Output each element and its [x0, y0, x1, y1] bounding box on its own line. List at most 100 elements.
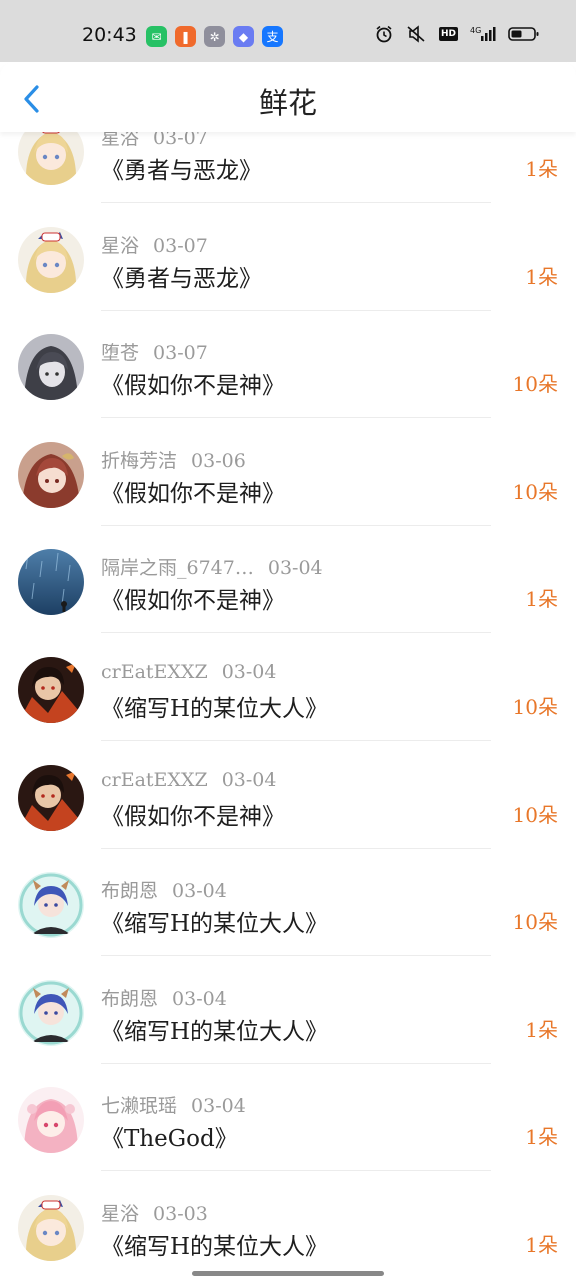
avatar[interactable] [18, 334, 84, 400]
username: crEatEXXZ [101, 661, 208, 683]
avatar[interactable] [18, 442, 84, 508]
page-header: 鲜花 [0, 62, 576, 132]
flower-count: 1朵 [525, 1233, 558, 1257]
divider [101, 955, 491, 956]
list-item[interactable]: 布朗恩 03-04 《缩写H的某位大人》 10朵 [0, 852, 576, 959]
status-indicators: HD 4G [375, 25, 540, 43]
flower-count: 1朵 [525, 1018, 558, 1042]
username: 星浴 [101, 1203, 140, 1225]
date: 03-07 [153, 342, 208, 364]
flower-count: 10朵 [512, 910, 558, 934]
date: 03-04 [172, 880, 227, 902]
flower-count: 10朵 [512, 480, 558, 504]
flower-count: 1朵 [525, 587, 558, 611]
status-time: 20:43 [82, 24, 137, 46]
signal-icon: 4G [470, 25, 496, 43]
page-title: 鲜花 [258, 86, 317, 120]
username: 星浴 [101, 235, 140, 257]
user-meta: crEatEXXZ 03-04 [101, 769, 276, 791]
divider [101, 848, 491, 849]
divider [101, 1063, 491, 1064]
avatar[interactable] [18, 980, 84, 1046]
user-meta: 布朗恩 03-04 [101, 984, 227, 1011]
user-meta: 隔岸之雨_6747… 03-04 [101, 553, 323, 580]
svg-text:4G: 4G [470, 26, 481, 35]
list-item[interactable]: 堕苍 03-07 《假如你不是神》 10朵 [0, 314, 576, 421]
user-meta: crEatEXXZ 03-04 [101, 661, 276, 683]
flower-count: 10朵 [512, 372, 558, 396]
date: 03-03 [153, 1203, 208, 1225]
avatar[interactable] [18, 1087, 84, 1153]
book-title[interactable]: 《假如你不是神》 [101, 581, 285, 615]
list-item[interactable]: 隔岸之雨_6747… 03-04 《假如你不是神》 1朵 [0, 529, 576, 636]
book-title[interactable]: 《勇者与恶龙》 [101, 259, 262, 293]
date: 03-07 [153, 235, 208, 257]
avatar[interactable] [18, 657, 84, 723]
user-meta: 折梅芳洁 03-06 [101, 446, 246, 473]
hd-badge: HD [438, 27, 458, 41]
wechat-icon: ✉ [146, 26, 167, 47]
divider [101, 417, 491, 418]
avatar[interactable] [18, 765, 84, 831]
list-item[interactable]: 七濑珉瑶 03-04 《TheGod》 1朵 [0, 1067, 576, 1174]
home-indicator[interactable] [192, 1271, 384, 1276]
avatar[interactable] [18, 549, 84, 615]
user-meta: 堕苍 03-07 [101, 338, 208, 365]
divider [101, 202, 491, 203]
username: 隔岸之雨_6747… [101, 557, 254, 579]
user-meta: 七濑珉瑶 03-04 [101, 1091, 246, 1118]
date: 03-04 [221, 769, 277, 791]
date: 03-04 [267, 557, 323, 579]
list-item[interactable]: crEatEXXZ 03-04 《假如你不是神》 10朵 [0, 745, 576, 852]
user-meta: 星浴 03-07 [101, 231, 208, 258]
divider [101, 525, 491, 526]
username: 布朗恩 [101, 880, 159, 902]
date: 03-04 [172, 988, 227, 1010]
flower-count: 1朵 [525, 265, 558, 289]
flower-count: 1朵 [525, 157, 558, 181]
book-title[interactable]: 《缩写H的某位大人》 [101, 1012, 328, 1046]
list-item[interactable]: 星浴 03-07 《勇者与恶龙》 1朵 [0, 207, 576, 314]
notification-app-icons: ✉ ❚ ✲ ◆ 支 [146, 26, 283, 47]
username: 折梅芳洁 [101, 450, 178, 472]
divider [101, 632, 491, 633]
flower-count: 10朵 [512, 803, 558, 827]
username: crEatEXXZ [101, 769, 208, 791]
user-meta: 星浴 03-03 [101, 1199, 208, 1226]
mute-icon [405, 25, 427, 43]
avatar[interactable] [18, 227, 84, 293]
alipay-icon: 支 [262, 26, 283, 47]
flower-count: 10朵 [512, 695, 558, 719]
battery-icon [508, 25, 540, 43]
book-title[interactable]: 《缩写H的某位大人》 [101, 904, 328, 938]
flower-count: 1朵 [525, 1125, 558, 1149]
status-bar: 20:43 ✉ ❚ ✲ ◆ 支 HD 4G [0, 0, 576, 62]
book-title[interactable]: 《缩写H的某位大人》 [101, 1227, 328, 1261]
divider [101, 740, 491, 741]
list-item[interactable]: 折梅芳洁 03-06 《假如你不是神》 10朵 [0, 422, 576, 529]
alarm-icon [375, 25, 393, 43]
settings-icon: ✲ [204, 26, 225, 47]
date: 03-04 [191, 1095, 246, 1117]
book-title[interactable]: 《假如你不是神》 [101, 366, 285, 400]
username: 七濑珉瑶 [101, 1095, 178, 1117]
list-item[interactable]: 星浴 03-03 《缩写H的某位大人》 1朵 [0, 1175, 576, 1280]
divider [101, 1170, 491, 1171]
book-title[interactable]: 《假如你不是神》 [101, 797, 285, 831]
date: 03-04 [221, 661, 277, 683]
book-title[interactable]: 《勇者与恶龙》 [101, 151, 262, 185]
book-title[interactable]: 《假如你不是神》 [101, 474, 285, 508]
list-item[interactable]: 布朗恩 03-04 《缩写H的某位大人》 1朵 [0, 960, 576, 1067]
book-title[interactable]: 《缩写H的某位大人》 [101, 689, 328, 723]
date: 03-06 [191, 450, 246, 472]
username: 布朗恩 [101, 988, 159, 1010]
avatar[interactable] [18, 1195, 84, 1261]
user-meta: 布朗恩 03-04 [101, 876, 227, 903]
divider [101, 310, 491, 311]
list-item[interactable]: crEatEXXZ 03-04 《缩写H的某位大人》 10朵 [0, 637, 576, 744]
username: 堕苍 [101, 342, 140, 364]
avatar[interactable] [18, 872, 84, 938]
books-icon: ❚ [175, 26, 196, 47]
gallery-icon: ◆ [233, 26, 254, 47]
book-title[interactable]: 《TheGod》 [101, 1119, 238, 1153]
